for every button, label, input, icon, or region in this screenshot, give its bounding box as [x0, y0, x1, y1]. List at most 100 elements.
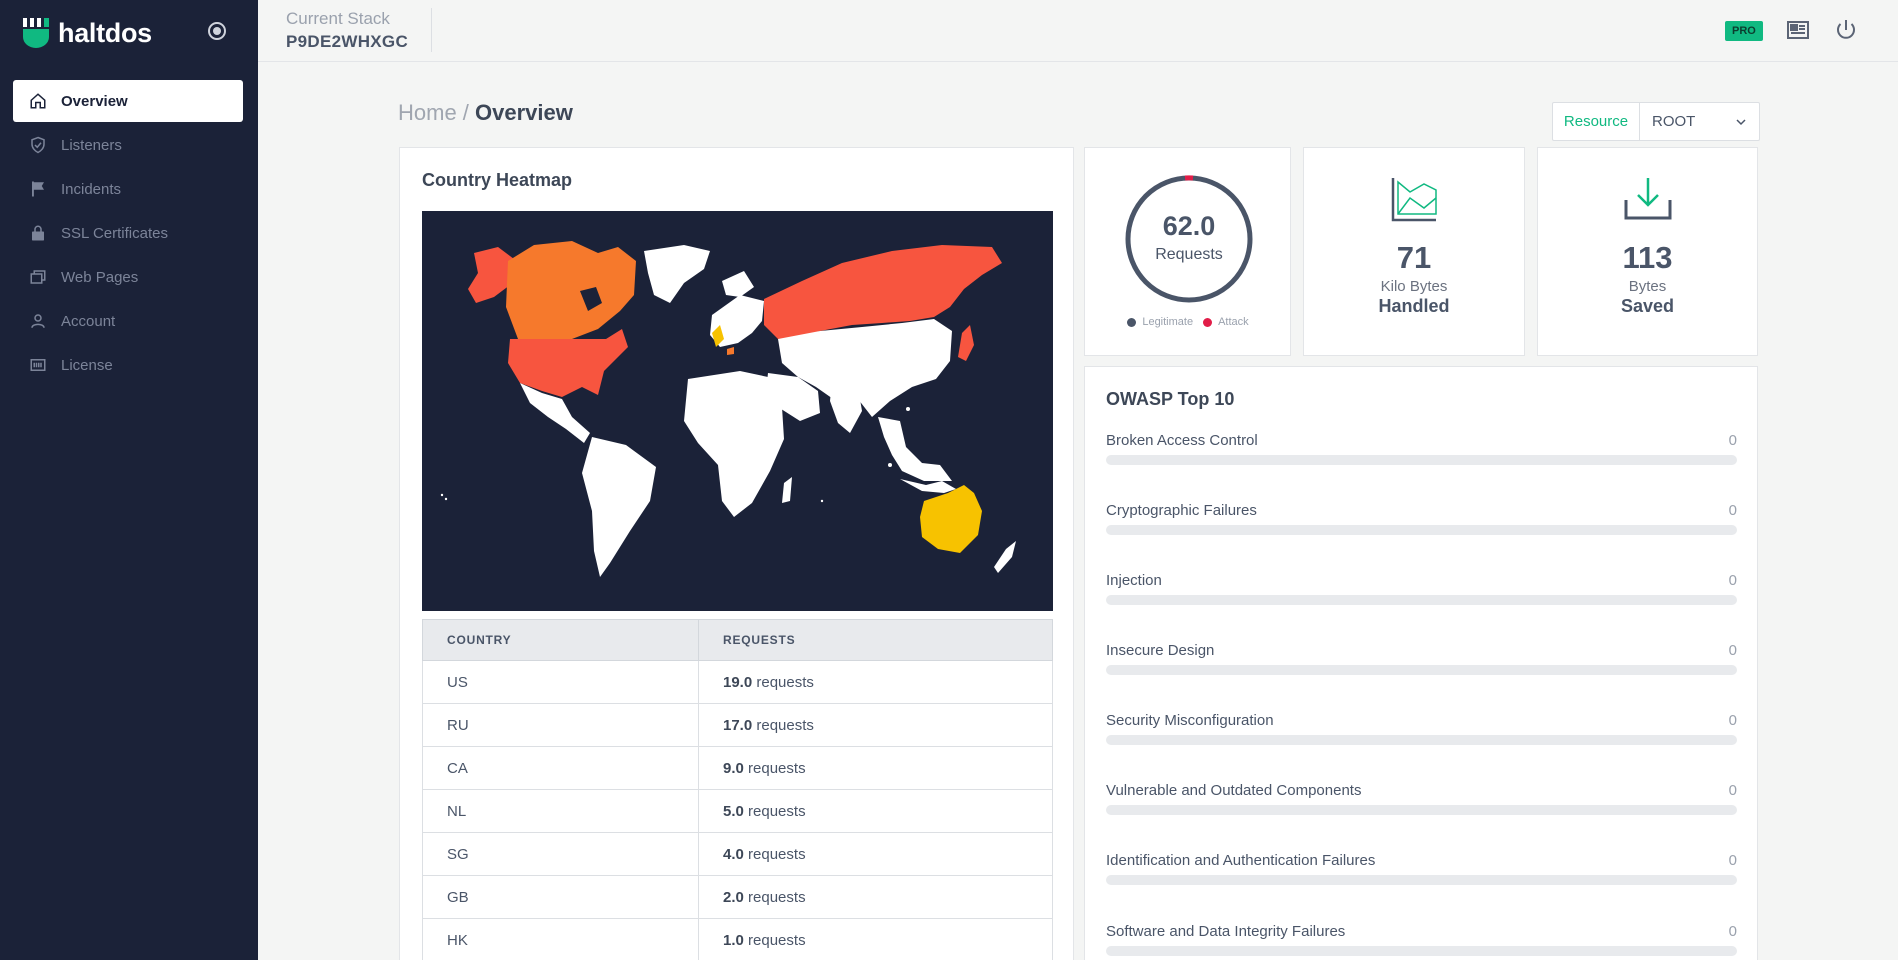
legend-dot: [1127, 317, 1137, 327]
owasp-item: Vulnerable and Outdated Components 0: [1106, 782, 1737, 815]
owasp-progress-bar: [1106, 735, 1737, 745]
user-icon: [29, 312, 47, 330]
owasp-item-name: Vulnerable and Outdated Components: [1106, 782, 1362, 799]
map-region-nl[interactable]: [727, 347, 734, 355]
legend-attack[interactable]: Attack: [1203, 316, 1249, 328]
sidebar-item-web-pages[interactable]: Web Pages: [13, 256, 243, 298]
sidebar-item-label: Listeners: [61, 136, 122, 154]
owasp-progress-bar: [1106, 665, 1737, 675]
map-region-sg[interactable]: [888, 463, 892, 467]
country-cell: US: [422, 660, 699, 704]
requests-label: Requests: [1155, 246, 1223, 263]
map-region-ru[interactable]: [764, 245, 1002, 339]
flag-icon: [29, 180, 47, 198]
country-table: COUNTRY REQUESTS US 19.0 requests RU 17.…: [422, 619, 1053, 960]
owasp-item: Insecure Design 0: [1106, 642, 1737, 675]
world-map-svg: [440, 241, 1016, 577]
requests-cell: 9.0 requests: [698, 746, 1053, 790]
sidebar-item-label: Account: [61, 312, 116, 330]
owasp-item: Identification and Authentication Failur…: [1106, 852, 1737, 885]
news-icon[interactable]: [1786, 18, 1810, 42]
map-region-hk[interactable]: [906, 407, 910, 411]
sidebar-item-listeners[interactable]: Listeners: [13, 124, 243, 166]
topbar: Current Stack P9DE2WHXGC PRO: [258, 0, 1898, 62]
requests-cell: 1.0 requests: [698, 918, 1053, 960]
country-cell: CA: [422, 746, 699, 790]
owasp-item-value: 0: [1728, 852, 1737, 869]
legend-legitimate[interactable]: Legitimate: [1127, 316, 1193, 328]
legend-label: Attack: [1218, 316, 1249, 328]
sidebar-item-label: Web Pages: [61, 268, 139, 286]
owasp-item-name: Cryptographic Failures: [1106, 502, 1257, 519]
resource-select[interactable]: ROOT: [1640, 103, 1759, 140]
brand[interactable]: haltdos: [22, 16, 152, 50]
handled-value: 71: [1396, 240, 1432, 275]
resource-button[interactable]: Resource: [1553, 103, 1640, 140]
map-region-ca[interactable]: [506, 241, 636, 339]
owasp-item-name: Injection: [1106, 572, 1162, 589]
stack-label: Current Stack: [286, 9, 390, 28]
country-cell: NL: [422, 789, 699, 833]
power-icon[interactable]: [1834, 18, 1858, 42]
saved-unit: Bytes: [1628, 278, 1667, 295]
lock-icon: [29, 224, 47, 242]
sidebar-item-label: Incidents: [61, 180, 122, 198]
owasp-progress-bar: [1106, 805, 1737, 815]
resource-selected-value: ROOT: [1652, 113, 1696, 130]
saved-card: 113 Bytes Saved: [1537, 147, 1758, 356]
breadcrumb-home[interactable]: Home: [398, 100, 457, 125]
brand-name: haltdos: [58, 17, 152, 48]
sidebar-item-ssl-certificates[interactable]: SSL Certificates: [13, 212, 243, 254]
sidebar-item-overview[interactable]: Overview: [13, 80, 243, 122]
owasp-top10-card: OWASP Top 10 Broken Access Control 0 Cry…: [1084, 366, 1758, 960]
owasp-item: Security Misconfiguration 0: [1106, 712, 1737, 745]
owasp-item: Broken Access Control 0: [1106, 432, 1737, 465]
shield-icon: [29, 136, 47, 154]
owasp-progress-bar: [1106, 525, 1737, 535]
sidebar-toggle-icon[interactable]: [208, 22, 226, 40]
owasp-item-name: Broken Access Control: [1106, 432, 1258, 449]
map-region-greenland[interactable]: [644, 245, 710, 303]
owasp-item: Cryptographic Failures 0: [1106, 502, 1737, 535]
sidebar: haltdos Overview Listeners Incidents SSL…: [0, 0, 258, 960]
current-stack[interactable]: Current Stack P9DE2WHXGC: [286, 9, 408, 52]
owasp-item-value: 0: [1728, 502, 1737, 519]
breadcrumb: Home / Overview: [398, 100, 573, 126]
owasp-item-name: Insecure Design: [1106, 642, 1215, 659]
requests-cell: 17.0 requests: [698, 703, 1053, 747]
owasp-item: Injection 0: [1106, 572, 1737, 605]
sidebar-item-account[interactable]: Account: [13, 300, 243, 342]
handled-card: 71 Kilo Bytes Handled: [1303, 147, 1525, 356]
bandwidth-chart-icon: [1391, 178, 1437, 222]
table-row: HK 1.0 requests: [422, 918, 1053, 960]
sidebar-item-incidents[interactable]: Incidents: [13, 168, 243, 210]
requests-unit: requests: [748, 802, 806, 820]
table-header-row: COUNTRY REQUESTS: [422, 619, 1053, 661]
donut-legend: Legitimate Attack: [1085, 316, 1291, 328]
country-cell: SG: [422, 832, 699, 876]
table-row: RU 17.0 requests: [422, 703, 1053, 747]
divider: [431, 8, 432, 52]
haltdos-logo-icon: [23, 18, 49, 48]
sidebar-item-license[interactable]: License: [13, 344, 243, 386]
table-row: SG 4.0 requests: [422, 832, 1053, 876]
pro-badge: PRO: [1725, 21, 1763, 41]
owasp-item-value: 0: [1728, 432, 1737, 449]
table-row: GB 2.0 requests: [422, 875, 1053, 919]
requests-cell: 19.0 requests: [698, 660, 1053, 704]
country-cell: HK: [422, 918, 699, 960]
owasp-item-value: 0: [1728, 782, 1737, 799]
owasp-item-value: 0: [1728, 572, 1737, 589]
owasp-progress-bar: [1106, 595, 1737, 605]
handled-desc: Handled: [1378, 296, 1450, 316]
world-map[interactable]: [422, 211, 1053, 611]
card-title: OWASP Top 10: [1106, 389, 1235, 409]
column-header-requests[interactable]: REQUESTS: [698, 619, 1053, 661]
download-icon: [1624, 178, 1672, 220]
column-header-country[interactable]: COUNTRY: [422, 619, 699, 661]
requests-unit: requests: [748, 931, 806, 949]
requests-unit: requests: [756, 716, 814, 734]
legend-dot: [1203, 317, 1213, 327]
breadcrumb-separator: /: [456, 100, 476, 125]
owasp-item-value: 0: [1728, 712, 1737, 729]
